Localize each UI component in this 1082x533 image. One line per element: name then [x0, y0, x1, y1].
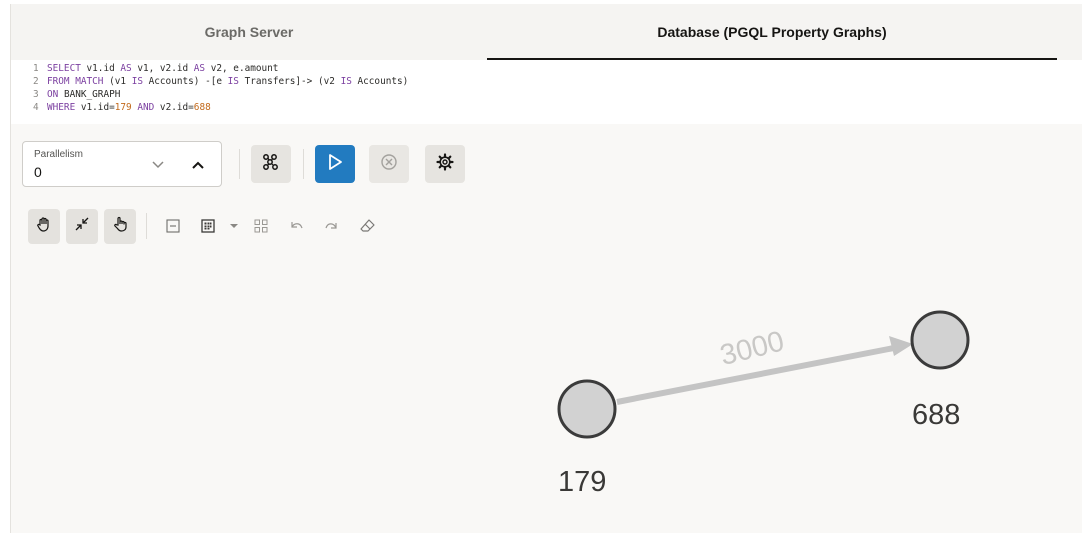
chevron-up-icon[interactable] [189, 156, 207, 174]
parallelism-value[interactable]: 0 [34, 164, 42, 180]
select-hand-icon [112, 216, 128, 237]
redo-icon[interactable] [322, 217, 340, 235]
tab-graph-server[interactable]: Graph Server [11, 4, 487, 60]
chevron-down-icon[interactable] [149, 156, 167, 174]
group-nodes-icon[interactable] [252, 217, 270, 235]
code-token: SELECT [47, 63, 81, 74]
pan-hand-icon [36, 216, 52, 237]
graph-node-179[interactable] [557, 379, 617, 439]
cancel-button[interactable] [369, 145, 409, 183]
code-line[interactable]: 2 FROM MATCH (v1 IS Accounts) -[e IS Tran… [33, 75, 1082, 88]
graph-node-688[interactable] [910, 310, 970, 370]
tab-label: Graph Server [204, 24, 294, 40]
toolbar-divider [239, 149, 240, 179]
code-token: 688 [193, 102, 211, 113]
gear-icon [436, 152, 454, 176]
line-number: 3 [33, 89, 39, 100]
graph-nodes-icon [262, 153, 280, 176]
node-label-688: 688 [912, 399, 961, 431]
code-token: v1.id= [75, 102, 115, 113]
dropdown-caret-icon[interactable] [229, 217, 239, 235]
code-token: (v1 [103, 76, 132, 87]
app-frame: Graph Server Database (PGQL Property Gra… [10, 4, 1082, 533]
code-token: IS [131, 76, 143, 87]
run-button[interactable] [315, 145, 355, 183]
select-mode-button[interactable] [104, 209, 136, 244]
pan-mode-button[interactable] [28, 209, 60, 244]
line-number: 2 [33, 76, 39, 87]
eraser-icon[interactable] [359, 217, 377, 235]
play-icon [326, 153, 344, 176]
code-token: BANK_GRAPH [58, 89, 121, 100]
code-token: v1.id [80, 63, 121, 74]
toolbar-divider [303, 149, 304, 179]
layout-grid-icon[interactable] [199, 217, 217, 235]
code-token: Transfers]-> (v2 [238, 76, 341, 87]
code-token: IS [227, 76, 239, 87]
line-number: 1 [33, 63, 39, 74]
graph-toolbar-divider [146, 213, 147, 239]
tab-database-pgql[interactable]: Database (PGQL Property Graphs) [487, 4, 1057, 60]
collapse-arrows-icon [74, 216, 90, 237]
line-number: 4 [33, 102, 39, 113]
graph-canvas[interactable]: 3000 179 688 [11, 254, 1082, 533]
query-toolbar: Parallelism 0 [11, 124, 1082, 204]
code-token: ON [47, 89, 59, 100]
graph-svg [557, 310, 970, 439]
node-label-179: 179 [558, 466, 607, 498]
code-token: AS [120, 63, 132, 74]
code-line[interactable]: 1 SELECT v1.id AS v1, v2.id AS v2, e.amou… [33, 62, 1082, 75]
code-token: Accounts) -[e [142, 76, 228, 87]
code-token: AND [137, 102, 155, 113]
collapse-button[interactable] [66, 209, 98, 244]
undo-icon[interactable] [288, 217, 306, 235]
code-token: v2.id= [154, 102, 194, 113]
query-editor[interactable]: 1 SELECT v1.id AS v1, v2.id AS v2, e.amou… [11, 60, 1082, 124]
code-line[interactable]: 4 WHERE v1.id= 179 AND v2.id= 688 [33, 101, 1082, 114]
parallelism-field[interactable]: Parallelism 0 [22, 141, 222, 187]
parallelism-label: Parallelism [34, 149, 83, 160]
graph-modify-button[interactable] [251, 145, 291, 183]
code-token: 179 [114, 102, 132, 113]
code-token: Accounts) [351, 76, 409, 87]
code-line[interactable]: 3 ON BANK_GRAPH [33, 88, 1082, 101]
circle-x-icon [380, 153, 398, 176]
edge-arrowhead [889, 336, 913, 356]
graph-toolbar [11, 209, 1082, 249]
tab-label: Database (PGQL Property Graphs) [657, 24, 887, 40]
code-token: FROM MATCH [47, 76, 104, 87]
code-token: v1, v2.id [131, 63, 194, 74]
tab-bar: Graph Server Database (PGQL Property Gra… [11, 4, 1082, 60]
code-token: AS [193, 63, 206, 74]
code-token: IS [340, 76, 352, 87]
minus-box-icon[interactable] [164, 217, 182, 235]
settings-button[interactable] [425, 145, 465, 183]
code-token: v2, e.amount [205, 63, 279, 74]
code-token: WHERE [47, 102, 76, 113]
